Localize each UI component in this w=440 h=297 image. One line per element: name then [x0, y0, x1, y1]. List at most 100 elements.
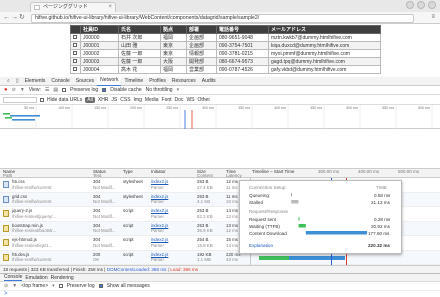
- grid-cell: J00003: [80, 57, 119, 66]
- timeline-tick-2: 400.00 ms: [358, 169, 380, 174]
- filter-font[interactable]: Font: [162, 97, 172, 103]
- devtools-tab-timeline[interactable]: Timeline: [121, 77, 146, 86]
- preserve-log-checkbox[interactable]: [62, 88, 67, 92]
- drawer-tab-bar: Console Emulation Rendering: [0, 273, 440, 282]
- filter-input[interactable]: [3, 97, 37, 103]
- request-initiator-sub: Parser: [151, 199, 164, 204]
- request-initiator[interactable]: index2.js: [151, 237, 168, 243]
- row-checkbox[interactable]: [73, 59, 77, 64]
- filter-doc[interactable]: Doc: [175, 97, 184, 103]
- filter-css[interactable]: CSS: [120, 97, 130, 103]
- devtools-tab-profiles[interactable]: Profiles: [146, 77, 169, 86]
- overview-tick-label: 600 ms: [418, 106, 430, 110]
- timeline-tick-3: 500.00 ms: [398, 169, 420, 174]
- grid-cell: J00000: [80, 33, 119, 42]
- overview-tick-label: 450 ms: [310, 106, 322, 110]
- frame-select[interactable]: <top frame>: [21, 283, 48, 289]
- row-select-cell[interactable]: [70, 41, 81, 50]
- col-type[interactable]: Type: [123, 169, 133, 174]
- grid-header-cell[interactable]: 電話番号: [216, 25, 269, 34]
- back-arrow-icon[interactable]: ←: [3, 14, 10, 22]
- request-name: ejs-h5mod.js: [12, 237, 37, 242]
- request-latency: 12 ms: [226, 228, 238, 233]
- filter-xhr[interactable]: XHR: [98, 97, 109, 103]
- reload-icon[interactable]: ↻: [19, 14, 25, 22]
- devtools-tab-network[interactable]: Network: [97, 76, 122, 86]
- devtools-tab-elements[interactable]: Elements: [22, 77, 49, 86]
- filter-media[interactable]: Media: [145, 97, 159, 103]
- browser-tab[interactable]: ページンググリッド ×: [30, 2, 116, 12]
- minimize-button[interactable]: [406, 1, 414, 9]
- devtools-tab-resources[interactable]: Resources: [169, 77, 199, 86]
- preserve-log-label: Preserve log: [70, 87, 99, 93]
- filter-other[interactable]: Other: [198, 97, 211, 103]
- waterfall-view-icon[interactable]: ▤: [53, 87, 58, 93]
- clear-console-icon[interactable]: ⊘: [4, 283, 8, 289]
- disable-cache-checkbox[interactable]: [102, 88, 107, 92]
- grid-row[interactable]: J00000 石井 次郎 福岡 企画部 080-9651-9048 mztn.kwkb7@…: [70, 33, 381, 42]
- js-file-icon: [3, 224, 9, 232]
- devtools-tab-console[interactable]: Console: [48, 77, 72, 86]
- row-select-cell[interactable]: [70, 49, 81, 58]
- row-checkbox[interactable]: [73, 67, 77, 72]
- close-window-button[interactable]: [428, 1, 436, 9]
- page-viewport: 社員ID 氏名 拠点 部署 電話番号 メールアドレス J00000 石井 次郎 福岡 企画部 08…: [0, 24, 440, 77]
- col-timeline[interactable]: Timeline – Start Time: [252, 169, 294, 174]
- address-input[interactable]: hifive.github.io/hifive-ui-library/hifiv…: [31, 13, 414, 23]
- menu-icon[interactable]: ≡: [431, 14, 435, 20]
- close-tab-icon[interactable]: ×: [108, 3, 112, 12]
- drawer-tab-emulation[interactable]: Emulation: [25, 275, 47, 281]
- explanation-link[interactable]: Explanation: [249, 243, 273, 248]
- grid-row[interactable]: J00002 佐藤 一郎 東京 情報部 090-3781-0215 myoi.pmmf@d…: [70, 49, 381, 58]
- show-all-messages-checkbox[interactable]: [98, 284, 103, 288]
- col-initiator[interactable]: Initiator: [151, 169, 166, 174]
- filter-img[interactable]: Img: [134, 97, 142, 103]
- list-view-icon[interactable]: ☰: [45, 87, 49, 93]
- console-toolbar: ⊘ ▼ <top frame> ▾ Preserve log Show all …: [0, 282, 440, 291]
- row-checkbox[interactable]: [73, 43, 77, 48]
- grid-row[interactable]: J00004 高木 花福岡 営業部 090-0787-4526 gafy.vkbd@du…: [70, 65, 381, 74]
- devtools-tab-sources[interactable]: Sources: [73, 77, 97, 86]
- overview-timeline: 50 ms 100 ms 150 ms 200 ms 250 ms 300 ms 350 m…: [3, 105, 433, 129]
- filter-js[interactable]: JS: [111, 97, 117, 103]
- grid-header-cell[interactable]: 氏名: [118, 25, 161, 34]
- waterfall-bar[interactable]: [259, 255, 345, 260]
- record-icon[interactable]: ●: [4, 87, 8, 93]
- filter-icon[interactable]: ▼: [20, 87, 25, 93]
- timeline-tick-1: 300.00 ms: [318, 169, 340, 174]
- throttle-select[interactable]: No throttling: [146, 87, 173, 93]
- row-select-cell[interactable]: [70, 57, 81, 66]
- row-select-cell[interactable]: [70, 65, 81, 74]
- overview-tick-label: 300 ms: [202, 106, 214, 110]
- console-prompt[interactable]: >: [4, 291, 8, 297]
- filter-all[interactable]: All: [85, 97, 95, 103]
- row-checkbox[interactable]: [73, 35, 77, 40]
- row-checkbox[interactable]: [73, 51, 77, 56]
- grid-header-cell[interactable]: 社員ID: [80, 25, 119, 34]
- clear-icon[interactable]: ⊘: [12, 87, 16, 93]
- forward-arrow-icon[interactable]: →: [11, 14, 18, 22]
- grid-cell: 大阪: [160, 57, 187, 66]
- devtools-tab-audits[interactable]: Audits: [199, 77, 219, 86]
- request-initiator[interactable]: index2.js: [151, 208, 168, 214]
- request-initiator[interactable]: index2.js: [151, 179, 168, 185]
- grid-header-cell[interactable]: 拠点: [160, 25, 187, 34]
- grid-header-cell[interactable]: メールアドレス: [268, 25, 381, 34]
- grid-cell: mztn.kwkb7@dummy.htmlhifive.com: [268, 33, 381, 42]
- overview-tick-label: 50 ms: [24, 106, 34, 110]
- drawer-tab-console[interactable]: Console: [4, 274, 23, 281]
- row-select-cell[interactable]: [70, 33, 81, 42]
- drawer-tab-rendering[interactable]: Rendering: [51, 275, 74, 281]
- device-mode-icon[interactable]: ▯: [13, 77, 22, 86]
- grid-row[interactable]: J00001 山田 雅東京 企画部 090-3754-7501 kiqa.duxcd@d…: [70, 41, 381, 50]
- hide-data-urls-checkbox[interactable]: [40, 98, 44, 102]
- grid-header-cell[interactable]: [70, 25, 81, 34]
- console-filter-icon[interactable]: ▼: [12, 283, 17, 289]
- console-preserve-log-label: Preserve log: [66, 283, 95, 289]
- grid-header-cell[interactable]: 部署: [186, 25, 217, 34]
- filter-ws[interactable]: WS: [186, 97, 194, 103]
- inspect-icon[interactable]: ⌕: [4, 77, 13, 86]
- console-preserve-log-checkbox[interactable]: [58, 284, 63, 288]
- grid-row[interactable]: J00003 佐藤 一郎 大阪 開発部 080-6674-9573 gagd.tpq@du…: [70, 57, 381, 66]
- maximize-button[interactable]: [417, 1, 425, 9]
